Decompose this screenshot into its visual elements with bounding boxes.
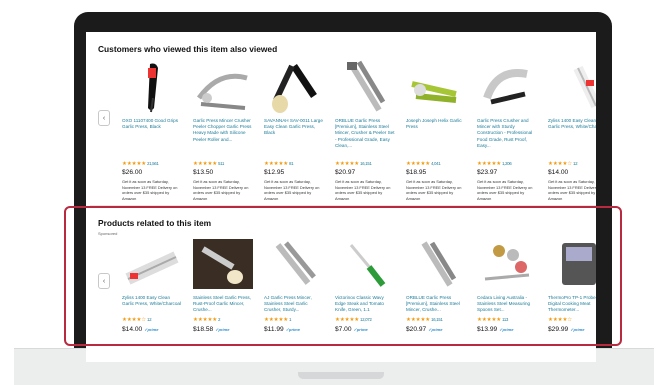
delivery-info: Get it as soon as Saturday, November 13 … bbox=[122, 179, 178, 201]
delivery-info: Get it as soon as Saturday, November 13 … bbox=[335, 179, 391, 201]
stars-icon: ★★★★★ bbox=[335, 161, 360, 167]
rating-stars: ★★★★★16,151 bbox=[335, 161, 372, 167]
product-price: $13.50 bbox=[193, 169, 214, 176]
laptop-mockup: Customers who viewed this item also view… bbox=[0, 0, 665, 385]
product-price: $14.00 bbox=[548, 169, 569, 176]
delivery-info: Get it as soon as Saturday, November 13 … bbox=[193, 179, 249, 201]
product-card[interactable]: Garlic Press Crusher and Mincer with Stu… bbox=[477, 58, 539, 218]
product-card[interactable]: ORBLUE Garlic Press [Premium], Stainless… bbox=[335, 58, 397, 218]
product-image[interactable] bbox=[477, 58, 539, 116]
product-title-link[interactable]: Joseph Joseph Helix Garlic Press bbox=[406, 118, 466, 130]
rating-stars: ★★★★★21,561 bbox=[122, 161, 159, 167]
product-card[interactable]: SAVANNAH SAV-0011 Large Easy Clean Garli… bbox=[264, 58, 326, 218]
stars-icon: ★★★★★ bbox=[122, 161, 147, 167]
delivery-info: Get it as soon as Saturday, November 13 … bbox=[548, 179, 596, 201]
product-title-link[interactable]: SAVANNAH SAV-0011 Large Easy Clean Garli… bbox=[264, 118, 324, 137]
product-title-link[interactable]: Zyliss 1400 Easy Clean Garlic Press, Whi… bbox=[548, 118, 596, 130]
product-image[interactable] bbox=[335, 58, 397, 116]
product-price: $12.95 bbox=[264, 169, 285, 176]
product-card[interactable]: Garlic Press Mincer Crusher Peeler Chopp… bbox=[193, 58, 255, 218]
rating-stars: ★★★★★511 bbox=[193, 161, 224, 167]
product-card[interactable]: Zyliss 1400 Easy Clean Garlic Press, Whi… bbox=[548, 58, 596, 218]
review-count[interactable]: 21,561 bbox=[147, 161, 159, 166]
review-count[interactable]: 4,041 bbox=[431, 161, 441, 166]
review-count[interactable]: 16,151 bbox=[360, 161, 372, 166]
stars-icon: ★★★★★ bbox=[477, 161, 502, 167]
product-title-link[interactable]: ORBLUE Garlic Press [Premium], Stainless… bbox=[335, 118, 395, 149]
product-price: $23.97 bbox=[477, 169, 498, 176]
stars-icon: ★★★★★ bbox=[406, 161, 431, 167]
product-card[interactable]: Joseph Joseph Helix Garlic Press ★★★★★4,0… bbox=[406, 58, 468, 218]
product-title-link[interactable]: OXO 11107400 Good Grips Garlic Press, Bl… bbox=[122, 118, 182, 130]
carousel-prev-button-1[interactable]: ‹ bbox=[98, 110, 110, 126]
product-price: $18.95 bbox=[406, 169, 427, 176]
product-image[interactable] bbox=[548, 58, 596, 116]
review-count[interactable]: 81 bbox=[289, 161, 293, 166]
product-image[interactable] bbox=[193, 58, 255, 116]
product-image[interactable] bbox=[264, 58, 326, 116]
stars-icon: ★★★★★ bbox=[193, 161, 218, 167]
stars-icon: ★★★★☆ bbox=[548, 161, 573, 167]
rating-stars: ★★★★★1,206 bbox=[477, 161, 512, 167]
highlight-box bbox=[64, 206, 622, 346]
section-title-also-viewed: Customers who viewed this item also view… bbox=[98, 44, 278, 54]
product-title-link[interactable]: Garlic Press Mincer Crusher Peeler Chopp… bbox=[193, 118, 253, 143]
laptop-notch bbox=[298, 372, 384, 379]
product-image[interactable] bbox=[406, 58, 468, 116]
delivery-info: Get it as soon as Saturday, November 13 … bbox=[477, 179, 533, 201]
rating-stars: ★★★★☆12 bbox=[548, 161, 578, 167]
product-title-link[interactable]: Garlic Press Crusher and Mincer with Stu… bbox=[477, 118, 537, 149]
review-count[interactable]: 1,206 bbox=[502, 161, 512, 166]
product-price: $26.00 bbox=[122, 169, 143, 176]
rating-stars: ★★★★★4,041 bbox=[406, 161, 441, 167]
delivery-info: Get it as soon as Saturday, November 13 … bbox=[406, 179, 462, 201]
review-count[interactable]: 511 bbox=[218, 161, 224, 166]
review-count[interactable]: 12 bbox=[573, 161, 577, 166]
product-image[interactable] bbox=[122, 58, 184, 116]
stars-icon: ★★★★★ bbox=[264, 161, 289, 167]
delivery-info: Get it as soon as Saturday, November 13 … bbox=[264, 179, 320, 201]
rating-stars: ★★★★★81 bbox=[264, 161, 294, 167]
product-card[interactable]: OXO 11107400 Good Grips Garlic Press, Bl… bbox=[122, 58, 184, 218]
product-price: $20.97 bbox=[335, 169, 356, 176]
